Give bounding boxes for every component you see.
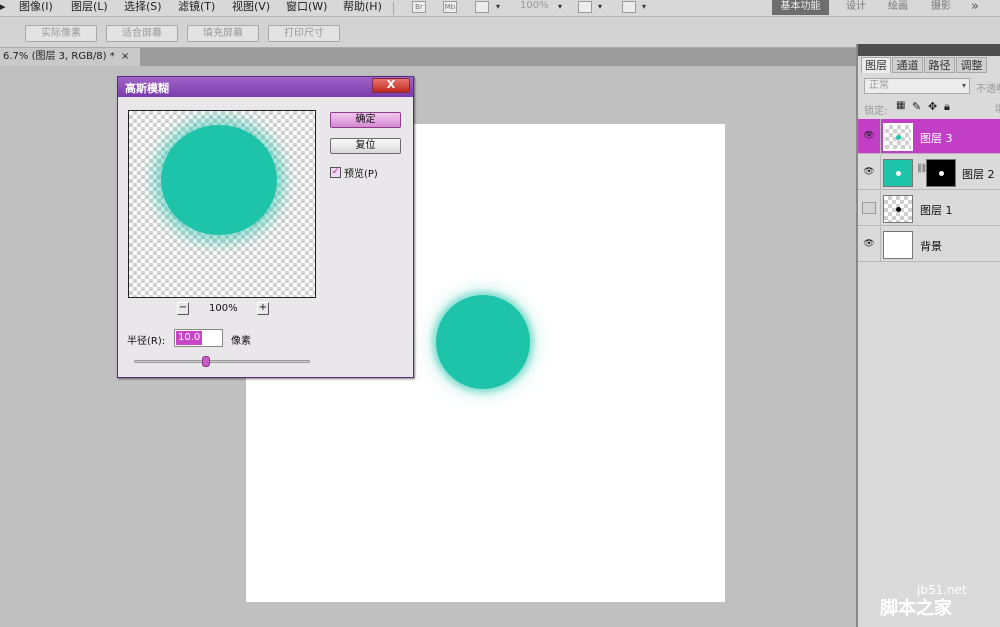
zoom-level[interactable]: 100% <box>520 0 549 11</box>
menu-window[interactable]: 窗口(W) <box>286 0 327 17</box>
workspace-design[interactable]: 设计 <box>846 0 866 15</box>
eye-column-divider <box>880 155 881 190</box>
menu-filter[interactable]: 滤镜(T) <box>178 0 215 17</box>
actual-pixels-button[interactable]: 实际像素 <box>25 25 97 42</box>
zoom-out-button[interactable]: − <box>177 302 189 315</box>
opacity-label: 不透明 <box>976 84 1000 95</box>
layers-panel: 图层 通道 路径 调整 正常 ▾ 不透明 锁定: ▦ ✎ ✥ 🔒︎ 填 👁︎ 图… <box>856 44 1000 627</box>
screen-mode-icon[interactable] <box>622 1 636 13</box>
menu-bar: ▸ 图像(I) 图层(L) 选择(S) 滤镜(T) 视图(V) 窗口(W) 帮助… <box>0 0 1000 17</box>
document-tab-title: 6.7% (图层 3, RGB/8) * <box>3 51 115 62</box>
menu-select[interactable]: 选择(S) <box>124 0 162 17</box>
radius-input[interactable]: 10.0 <box>174 329 223 347</box>
eye-icon[interactable]: 👁︎ <box>862 166 876 178</box>
layer-name: 图层 2 <box>962 168 995 181</box>
radius-slider-track[interactable] <box>134 360 310 363</box>
chevron-down-icon: ▾ <box>961 81 966 90</box>
fill-screen-button[interactable]: 填充屏幕 <box>187 25 259 42</box>
radius-value: 10.0 <box>176 331 203 345</box>
eye-icon[interactable]: 👁︎ <box>862 238 876 250</box>
preview-checkbox[interactable]: ✓ <box>330 167 341 178</box>
eye-column-divider <box>880 191 881 226</box>
arrange-documents-icon[interactable] <box>578 1 592 13</box>
blend-mode-value: 正常 <box>869 80 889 91</box>
layer-row-background[interactable]: 👁︎ 背景 <box>858 227 1000 262</box>
tab-strip <box>140 48 856 66</box>
fit-screen-button[interactable]: 适合屏幕 <box>106 25 178 42</box>
chevron-down-icon[interactable]: ▾ <box>598 2 602 11</box>
ok-button[interactable]: 确定 <box>330 112 401 128</box>
panel-header-bar <box>858 44 1000 56</box>
radius-label: 半径(R): <box>127 336 166 347</box>
preview-label[interactable]: 预览(P) <box>344 165 378 180</box>
minibridge-icon[interactable]: Mb <box>443 1 457 13</box>
layer-row-1[interactable]: 图层 1 <box>858 191 1000 226</box>
options-bar: 实际像素 适合屏幕 填充屏幕 打印尺寸 <box>0 17 1000 48</box>
fill-label: 填 <box>995 100 1000 115</box>
layer-name: 背景 <box>920 240 942 253</box>
tab-layers[interactable]: 图层 <box>861 57 891 73</box>
menu-layer[interactable]: 图层(L) <box>71 0 108 17</box>
blend-mode-select[interactable]: 正常 ▾ <box>864 78 970 94</box>
blur-preview[interactable] <box>128 110 316 298</box>
workspace-painting[interactable]: 绘画 <box>888 0 908 15</box>
layer-thumbnail <box>883 159 913 187</box>
workspace-photography[interactable]: 摄影 <box>931 0 951 15</box>
menu-view[interactable]: 视图(V) <box>232 0 270 17</box>
eye-column-divider <box>880 227 881 262</box>
watermark-logo: 脚本之家 <box>880 598 952 619</box>
preview-blurred-circle <box>161 125 277 235</box>
chevron-down-icon[interactable]: ▾ <box>496 2 500 11</box>
menu-fragment: ▸ <box>0 0 6 13</box>
tab-channels[interactable]: 通道 <box>892 57 923 73</box>
reset-button[interactable]: 复位 <box>330 138 401 154</box>
zoom-in-button[interactable]: + <box>257 302 269 315</box>
dialog-title: 高斯模糊 <box>125 82 169 95</box>
workspace-essentials[interactable]: 基本功能 <box>772 0 829 15</box>
bridge-icon[interactable]: Br <box>412 1 426 13</box>
layer-mask-thumbnail[interactable] <box>926 159 956 187</box>
layer-thumbnail <box>883 231 913 259</box>
layer-row-2[interactable]: 👁︎ ⛓︎ 图层 2 <box>858 155 1000 190</box>
layer-thumbnail-dot <box>896 207 901 212</box>
gaussian-blur-dialog: 高斯模糊 X − 100% + 确定 复位 ✓ 预览(P) 半径(R): 10.… <box>117 76 414 378</box>
eye-icon[interactable]: 👁︎ <box>862 130 876 142</box>
menu-help[interactable]: 帮助(H) <box>343 0 382 17</box>
close-button[interactable]: X <box>372 78 410 93</box>
lock-brush-icon[interactable]: ✎ <box>912 100 921 113</box>
radius-slider-thumb[interactable] <box>202 356 210 367</box>
view-extras-icon[interactable] <box>475 1 489 13</box>
close-icon[interactable]: × <box>121 51 129 62</box>
layer-thumbnail <box>883 195 913 223</box>
radius-unit: 像素 <box>231 336 251 347</box>
lock-position-icon[interactable]: ✥ <box>928 100 937 113</box>
lock-all-icon[interactable]: 🔒︎ <box>944 100 950 114</box>
dialog-titlebar[interactable]: 高斯模糊 X <box>118 77 413 97</box>
tab-adjustments[interactable]: 调整 <box>956 57 987 73</box>
tab-paths[interactable]: 路径 <box>924 57 955 73</box>
layer-name: 图层 1 <box>920 204 953 217</box>
layer-thumbnail-dot <box>896 135 901 140</box>
menu-image[interactable]: 图像(I) <box>19 0 53 17</box>
more-workspaces-icon[interactable]: » <box>971 0 979 15</box>
blurred-circle-shape <box>436 295 530 389</box>
layer-row-3[interactable]: 👁︎ 图层 3 <box>858 119 1000 154</box>
lock-label: 锁定: <box>864 106 888 117</box>
chevron-down-icon[interactable]: ▾ <box>558 2 562 11</box>
lock-transparency-icon[interactable]: ▦ <box>896 100 905 111</box>
layer-name: 图层 3 <box>920 132 953 145</box>
document-tab[interactable]: 6.7% (图层 3, RGB/8) * × <box>0 48 140 66</box>
layer-thumbnail <box>883 123 913 151</box>
layer-thumbnail-dot <box>896 171 901 176</box>
preview-zoom-level: 100% <box>209 303 238 314</box>
eye-hidden-icon[interactable] <box>862 202 876 214</box>
chevron-down-icon[interactable]: ▾ <box>642 2 646 11</box>
print-size-button[interactable]: 打印尺寸 <box>268 25 340 42</box>
mask-thumbnail-dot <box>939 171 944 176</box>
menubar-divider <box>393 2 394 15</box>
eye-column-divider <box>880 119 881 154</box>
